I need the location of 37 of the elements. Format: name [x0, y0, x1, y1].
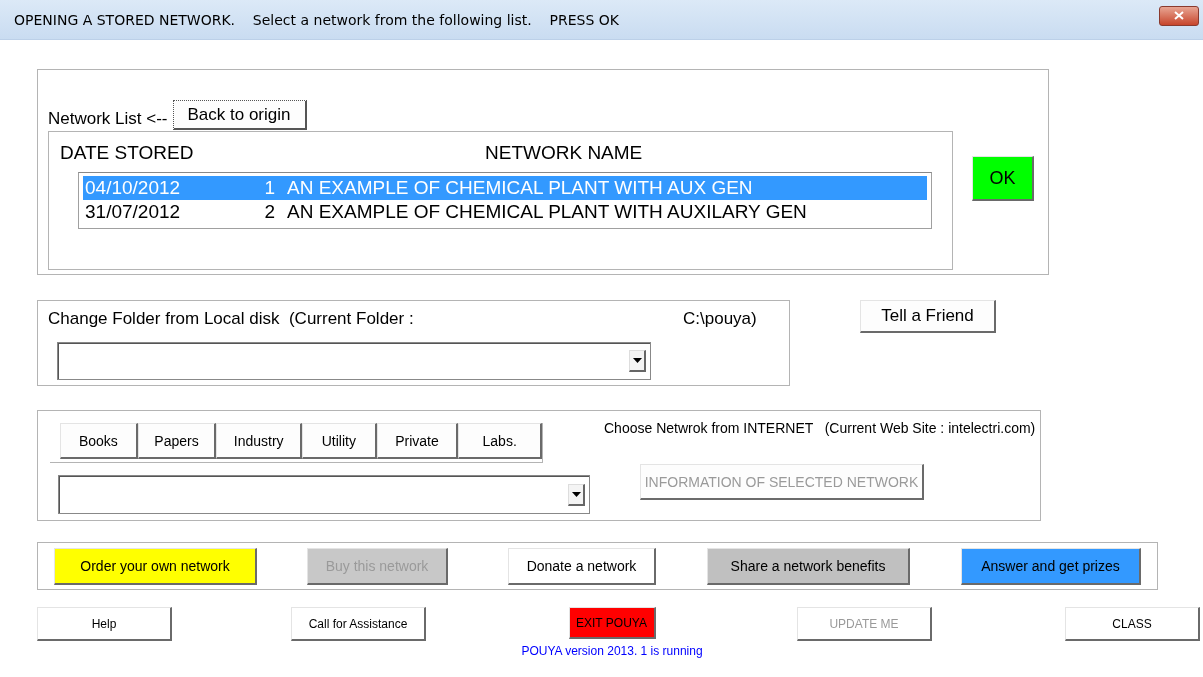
ok-button[interactable]: OK — [972, 156, 1034, 201]
network-listbox[interactable]: 04/10/2012 1 AN EXAMPLE OF CHEMICAL PLANT WITH AUX GEN 31/07/2012 2 AN EXAMPLE OF CHEMICAL PLANT WITH AUXILARY GEN — [78, 172, 932, 229]
category-tab[interactable]: Utility — [302, 423, 377, 459]
action-button[interactable]: Answer and get prizes — [961, 547, 1141, 585]
folder-dropdown[interactable] — [57, 342, 651, 380]
footer-button[interactable]: Call for Assistance — [291, 607, 426, 641]
tell-a-friend-button[interactable]: Tell a Friend — [860, 300, 996, 333]
version-text: POUYA version 2013. 1 is running — [521, 644, 703, 658]
window-title: OPENING A STORED NETWORK. Select a network from the following list. PRESS OK — [14, 11, 619, 28]
action-button[interactable]: Share a network benefits — [707, 547, 910, 585]
internet-label: Choose Netwrok from INTERNET (Current Web Site : intelectri.com) — [604, 420, 1036, 436]
category-tab[interactable]: Private — [376, 423, 459, 459]
column-header: NETWORK NAME — [485, 142, 643, 164]
network-row[interactable]: 31/07/2012 2 AN EXAMPLE OF CHEMICAL PLANT WITH AUXILARY GEN — [83, 200, 927, 224]
footer-button[interactable]: CLASS — [1065, 607, 1200, 641]
row-name: AN EXAMPLE OF CHEMICAL PLANT WITH AUX GEN — [287, 177, 753, 199]
back-button[interactable]: Back to origin — [172, 100, 307, 130]
footer-button[interactable]: EXIT POUYA — [568, 607, 656, 639]
close-button[interactable] — [1159, 5, 1199, 26]
row-number: 1 — [263, 177, 275, 199]
row-name: AN EXAMPLE OF CHEMICAL PLANT WITH AUXILARY GEN — [287, 201, 807, 223]
category-tab[interactable]: Labs. — [458, 423, 542, 459]
network-dropdown[interactable] — [58, 475, 590, 514]
action-button[interactable]: Order your own network — [54, 547, 257, 585]
category-tab[interactable]: Books — [60, 423, 138, 459]
column-header: DATE STORED — [60, 142, 195, 164]
category-tab[interactable]: Industry — [216, 423, 302, 459]
row-number: 2 — [263, 201, 275, 223]
row-date: 31/07/2012 — [85, 201, 182, 223]
folder-label: Change Folder from Local disk (Current Folder : — [48, 309, 415, 330]
footer-button[interactable]: Help — [37, 607, 172, 641]
network-list-label: Network List <-- — [48, 109, 168, 129]
action-button[interactable]: Donate a network — [508, 547, 656, 585]
close-icon — [1174, 11, 1184, 20]
category-tab[interactable]: Papers — [137, 423, 217, 459]
folder-path: C:\pouya) — [683, 309, 757, 330]
row-date: 04/10/2012 — [85, 177, 182, 199]
